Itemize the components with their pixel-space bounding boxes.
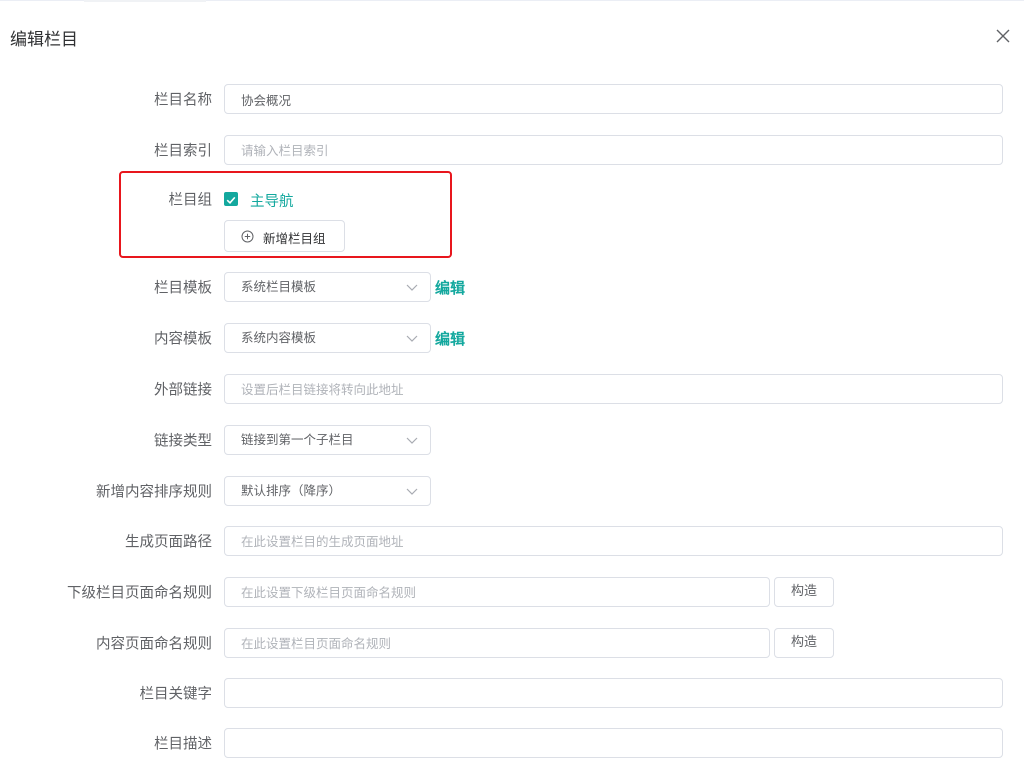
content-template-select[interactable]: 系统内容模板 <box>224 323 431 353</box>
chevron-down-icon <box>406 335 418 342</box>
close-button[interactable] <box>993 26 1013 46</box>
main-nav-checkbox-label[interactable]: 主导航 <box>250 190 294 211</box>
link-type-label: 链接类型 <box>154 433 212 450</box>
content-naming-label: 内容页面命名规则 <box>96 636 212 653</box>
group-label: 栏目组 <box>168 192 213 209</box>
form-row-page-path: 生成页面路径 <box>0 526 1024 556</box>
link-type-select[interactable]: 链接到第一个子栏目 <box>224 425 431 455</box>
tab-strip <box>84 0 206 2</box>
name-input[interactable] <box>224 84 1003 114</box>
form-row-name: 栏目名称 <box>0 84 1024 114</box>
name-label: 栏目名称 <box>154 92 212 109</box>
plus-circle-icon <box>241 230 254 243</box>
external-link-label: 外部链接 <box>154 382 212 399</box>
form-row-keywords: 栏目关键字 <box>0 678 1024 708</box>
external-link-input[interactable] <box>224 374 1003 404</box>
child-naming-input[interactable] <box>224 577 770 607</box>
chevron-down-icon <box>406 284 418 291</box>
form-row-template: 栏目模板 系统栏目模板 编辑 <box>0 272 1024 302</box>
sort-rule-select[interactable]: 默认排序（降序） <box>224 476 431 506</box>
content-template-edit-link[interactable]: 编辑 <box>435 328 465 349</box>
check-icon <box>226 196 236 204</box>
form-row-index: 栏目索引 <box>0 135 1024 165</box>
template-select[interactable]: 系统栏目模板 <box>224 272 431 302</box>
form-row-child-naming: 下级栏目页面命名规则 构造 <box>0 577 1024 607</box>
form-row-content-naming: 内容页面命名规则 构造 <box>0 628 1024 658</box>
description-label: 栏目描述 <box>154 736 212 753</box>
template-edit-link[interactable]: 编辑 <box>435 277 465 298</box>
add-group-button-label: 新增栏目组 <box>263 231 326 246</box>
index-label: 栏目索引 <box>154 143 212 160</box>
form-row-sort-rule: 新增内容排序规则 默认排序（降序） <box>0 476 1024 506</box>
form-row-group: 栏目组 <box>0 184 1024 214</box>
template-select-value: 系统栏目模板 <box>241 279 317 294</box>
child-naming-label: 下级栏目页面命名规则 <box>67 585 212 602</box>
dialog-title: 编辑栏目 <box>10 30 78 50</box>
content-naming-input[interactable] <box>224 628 770 658</box>
chevron-down-icon <box>406 437 418 444</box>
child-naming-build-button[interactable]: 构造 <box>774 577 834 607</box>
close-icon <box>996 29 1010 43</box>
content-template-label: 内容模板 <box>154 331 212 348</box>
index-input[interactable] <box>224 135 1003 165</box>
page-path-input[interactable] <box>224 526 1003 556</box>
main-nav-checkbox[interactable] <box>224 192 238 206</box>
sort-rule-label: 新增内容排序规则 <box>96 484 212 501</box>
content-naming-build-button[interactable]: 构造 <box>774 628 834 658</box>
content-template-select-value: 系统内容模板 <box>241 330 317 345</box>
link-type-select-value: 链接到第一个子栏目 <box>241 432 354 447</box>
template-label: 栏目模板 <box>154 280 212 297</box>
form-row-external-link: 外部链接 <box>0 374 1024 404</box>
sort-rule-select-value: 默认排序（降序） <box>241 483 342 498</box>
form-row-description: 栏目描述 <box>0 728 1024 758</box>
add-group-button[interactable]: 新增栏目组 <box>224 220 345 252</box>
form-row-content-template: 内容模板 系统内容模板 编辑 <box>0 323 1024 353</box>
chevron-down-icon <box>406 488 418 495</box>
keywords-label: 栏目关键字 <box>139 686 213 703</box>
page-path-label: 生成页面路径 <box>125 534 212 551</box>
form-row-link-type: 链接类型 链接到第一个子栏目 <box>0 425 1024 455</box>
keywords-input[interactable] <box>224 678 1003 708</box>
description-textarea[interactable] <box>224 728 1003 758</box>
